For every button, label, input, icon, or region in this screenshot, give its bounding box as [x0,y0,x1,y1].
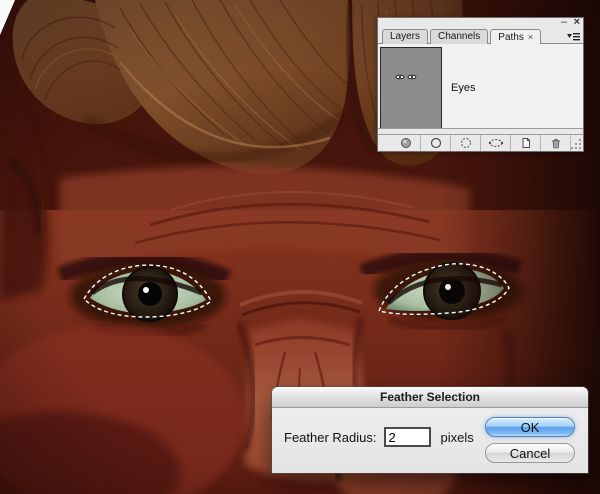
tab-channels-label: Channels [438,31,481,42]
path-item-label: Eyes [451,82,476,94]
fill-path-icon[interactable] [391,135,421,151]
photoshop-canvas[interactable]: – × Layers Channels Paths × Eyes Feather… [0,0,600,494]
feather-radius-label: Feather Radius: [284,429,377,445]
make-work-path-icon[interactable] [481,135,511,151]
new-path-icon[interactable] [511,135,541,151]
minimize-icon[interactable]: – [561,17,567,28]
path-item-eyes[interactable]: Eyes [378,44,583,128]
tab-paths[interactable]: Paths × [490,29,542,44]
feather-selection-dialog: Feather Selection Feather Radius: pixels… [272,387,588,473]
palette-titlebar[interactable]: – × [378,17,583,28]
paths-palette: – × Layers Channels Paths × Eyes [377,17,584,152]
delete-path-icon[interactable] [541,135,571,151]
tab-layers-label: Layers [390,31,421,42]
tab-layers[interactable]: Layers [382,29,429,44]
feather-radius-unit: pixels [440,429,474,445]
palette-toolbar [378,134,583,151]
close-icon[interactable]: × [574,17,580,28]
dialog-titlebar[interactable]: Feather Selection [272,387,588,408]
palette-tabs: Layers Channels Paths × [378,28,583,44]
palette-menu-icon[interactable] [566,32,581,41]
cancel-button[interactable]: Cancel [485,443,575,463]
tab-close-icon[interactable]: × [528,32,533,42]
tab-paths-label: Paths [498,32,524,43]
tab-channels[interactable]: Channels [430,29,489,44]
feather-radius-input[interactable] [383,427,431,447]
path-thumbnail[interactable] [380,47,442,128]
feather-radius-row: Feather Radius: pixels [284,427,474,447]
ok-button[interactable]: OK [485,417,575,437]
stroke-path-icon[interactable] [421,135,451,151]
paths-list: Eyes [378,44,583,129]
load-path-as-selection-icon[interactable] [451,135,481,151]
resize-grip[interactable] [571,135,583,151]
